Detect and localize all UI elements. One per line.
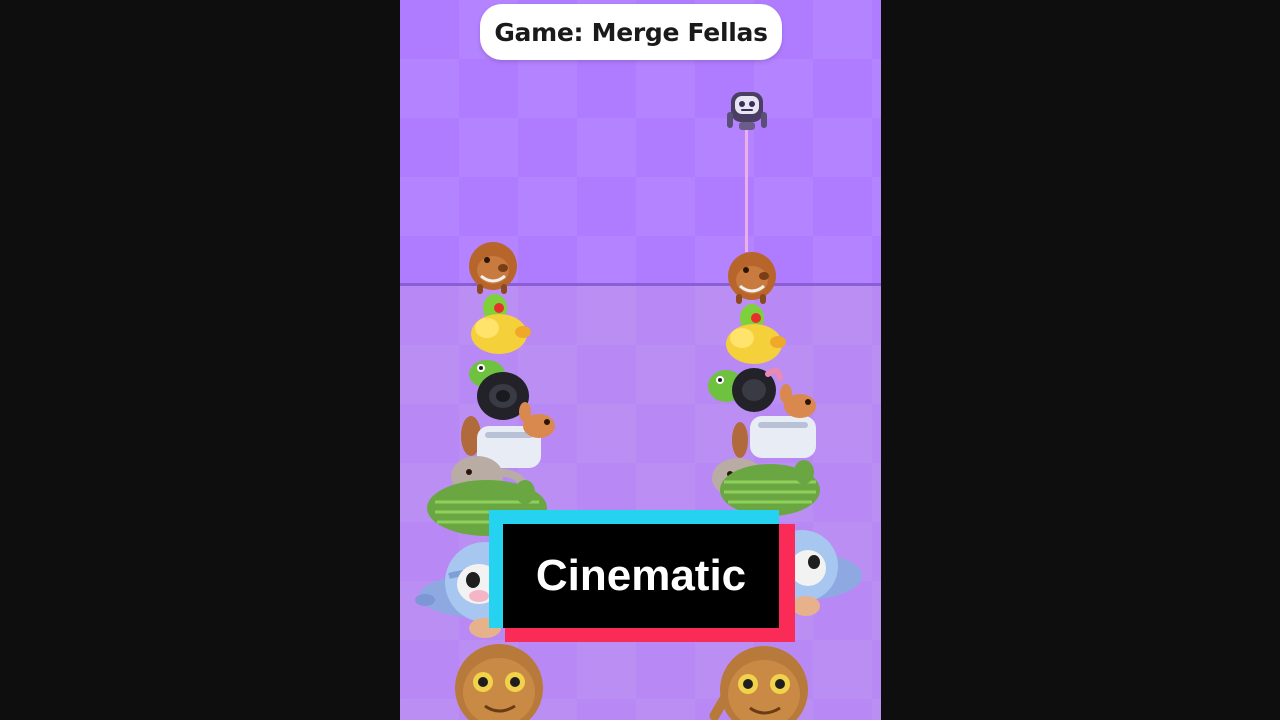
right-character-stack <box>698 246 868 720</box>
potato-face-icon <box>709 646 808 720</box>
letterbox-left <box>0 0 400 720</box>
elephant-cucumber-icon <box>712 458 820 516</box>
aim-guide-line <box>745 130 748 252</box>
title-banner: Game: Merge Fellas <box>480 4 782 60</box>
caption-text: Cinematic <box>535 551 747 600</box>
dropper-robot-icon[interactable] <box>725 88 769 136</box>
caption-box: Cinematic <box>503 524 779 628</box>
caption-overlay: Cinematic <box>489 510 795 642</box>
green-parrot-duck-icon <box>471 294 531 354</box>
letterbox-right <box>881 0 1280 720</box>
left-character-stack <box>415 236 585 720</box>
capybara-icon <box>469 242 517 294</box>
frog-tire-icon <box>708 367 783 412</box>
game-title: Game: Merge Fellas <box>494 17 768 47</box>
potato-face-icon <box>455 644 543 720</box>
capybara-icon <box>728 252 776 304</box>
green-parrot-duck-icon <box>726 304 786 364</box>
